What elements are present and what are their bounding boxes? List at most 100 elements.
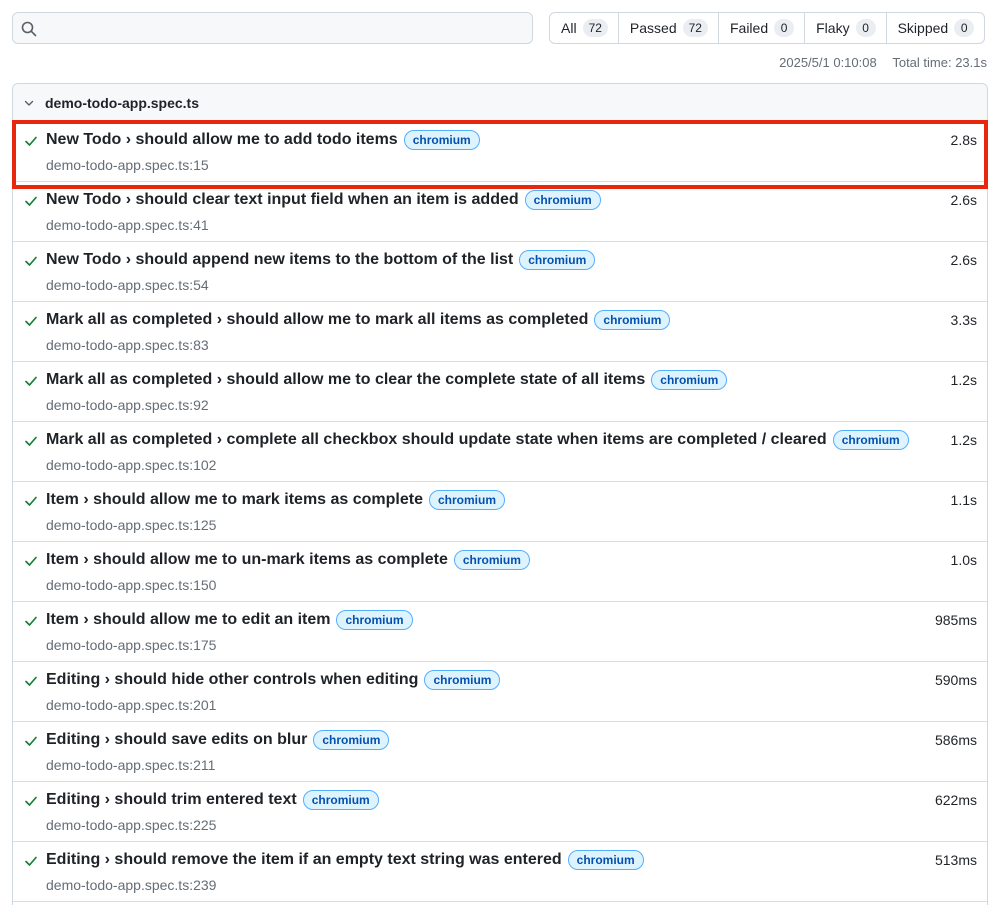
test-title[interactable]: New Todo › should clear text input field… [46, 191, 519, 209]
file-panel: demo-todo-app.spec.ts New Todo › should … [12, 83, 988, 905]
test-title[interactable]: New Todo › should allow me to add todo i… [46, 131, 398, 149]
test-row[interactable]: New Todo › should append new items to th… [13, 242, 987, 302]
project-tag[interactable]: chromium [832, 430, 909, 450]
filter-count: 72 [582, 19, 608, 37]
check-icon [25, 136, 37, 146]
test-duration: 985ms [934, 612, 977, 628]
filter-label: All [561, 20, 577, 36]
filter-label: Flaky [816, 20, 850, 36]
filter-all[interactable]: All 72 [550, 13, 619, 43]
test-title-line: New Todo › should allow me to add todo i… [46, 130, 480, 150]
test-location[interactable]: demo-todo-app.spec.ts:225 [46, 817, 216, 833]
test-title-line: Mark all as completed › complete all che… [46, 430, 909, 450]
check-icon [25, 616, 37, 626]
check-icon [25, 856, 37, 866]
test-location[interactable]: demo-todo-app.spec.ts:201 [46, 697, 216, 713]
test-location[interactable]: demo-todo-app.spec.ts:102 [46, 457, 216, 473]
test-location[interactable]: demo-todo-app.spec.ts:54 [46, 277, 209, 293]
test-title-line: Editing › should save edits on blur chrom… [46, 730, 390, 750]
project-tag[interactable]: chromium [313, 730, 390, 750]
filter-label: Passed [629, 20, 677, 36]
test-title-line: New Todo › should append new items to th… [46, 250, 596, 270]
test-title[interactable]: Editing › should remove the item if an e… [46, 851, 562, 869]
filter-flaky[interactable]: Flaky 0 [805, 13, 887, 43]
project-tag[interactable]: chromium [594, 310, 671, 330]
test-row[interactable]: Editing › should trim entered text chromi… [13, 782, 987, 842]
project-tag[interactable]: chromium [403, 130, 480, 150]
test-location[interactable]: demo-todo-app.spec.ts:41 [46, 217, 209, 233]
test-duration: 622ms [934, 792, 977, 808]
project-tag[interactable]: chromium [519, 250, 596, 270]
project-tag[interactable]: chromium [453, 550, 530, 570]
test-duration: 590ms [934, 672, 977, 688]
test-duration: 586ms [934, 732, 977, 748]
test-row[interactable]: Item › should allow me to edit an item ch… [13, 602, 987, 662]
check-icon [25, 196, 37, 206]
test-duration: 1.2s [950, 432, 977, 448]
test-duration: 513ms [934, 852, 977, 868]
check-icon [25, 436, 37, 446]
test-location[interactable]: demo-todo-app.spec.ts:125 [46, 517, 216, 533]
test-title[interactable]: Item › should allow me to edit an item [46, 611, 330, 629]
test-duration: 3.3s [950, 312, 977, 328]
filter-skipped[interactable]: Skipped 0 [887, 13, 985, 43]
test-row[interactable]: New Todo › should clear text input field… [13, 182, 987, 242]
test-title[interactable]: Editing › should save edits on blur [46, 731, 307, 749]
test-title-line: Item › should allow me to mark items as … [46, 490, 506, 510]
file-header[interactable]: demo-todo-app.spec.ts [13, 84, 987, 122]
test-row[interactable]: Mark all as completed › should allow me … [13, 302, 987, 362]
test-title[interactable]: Item › should allow me to un-mark items … [46, 551, 448, 569]
test-duration: 1.0s [950, 552, 977, 568]
test-row[interactable]: Mark all as completed › complete all che… [13, 422, 987, 482]
project-tag[interactable]: chromium [429, 490, 506, 510]
test-duration: 2.6s [950, 252, 977, 268]
test-title[interactable]: Mark all as completed › should allow me … [46, 311, 588, 329]
test-location[interactable]: demo-todo-app.spec.ts:175 [46, 637, 216, 653]
test-row[interactable]: New Todo › should allow me to add todo i… [13, 122, 987, 182]
test-title[interactable]: Mark all as completed › should allow me … [46, 371, 645, 389]
project-tag[interactable]: chromium [651, 370, 728, 390]
project-tag[interactable]: chromium [424, 670, 501, 690]
project-tag[interactable]: chromium [336, 610, 413, 630]
test-duration: 2.6s [950, 192, 977, 208]
test-location[interactable]: demo-todo-app.spec.ts:83 [46, 337, 209, 353]
test-title[interactable]: Mark all as completed › complete all che… [46, 431, 827, 449]
search-icon [21, 21, 37, 37]
check-icon [25, 556, 37, 566]
filter-count: 0 [855, 19, 876, 37]
filter-count: 72 [682, 19, 708, 37]
total-time: Total time: 23.1s [892, 55, 987, 70]
test-row[interactable]: Editing › should hide other controls whe… [13, 662, 987, 722]
test-duration: 2.8s [950, 132, 977, 148]
check-icon [25, 316, 37, 326]
test-row[interactable]: Editing › should remove the item if an e… [13, 842, 987, 902]
check-icon [25, 676, 37, 686]
test-title-line: New Todo › should clear text input field… [46, 190, 601, 210]
filter-passed[interactable]: Passed 72 [619, 13, 719, 43]
test-location[interactable]: demo-todo-app.spec.ts:150 [46, 577, 216, 593]
test-row[interactable]: Item › should allow me to mark items as … [13, 482, 987, 542]
filter-label: Skipped [897, 20, 949, 36]
test-location[interactable]: demo-todo-app.spec.ts:211 [46, 757, 215, 773]
test-location[interactable]: demo-todo-app.spec.ts:15 [46, 157, 209, 173]
test-row[interactable]: Item › should allow me to un-mark items … [13, 542, 987, 602]
project-tag[interactable]: chromium [524, 190, 601, 210]
test-title[interactable]: Editing › should trim entered text [46, 791, 297, 809]
test-duration: 1.2s [950, 372, 977, 388]
test-row[interactable]: Mark all as completed › should allow me … [13, 362, 987, 422]
test-title[interactable]: New Todo › should append new items to th… [46, 251, 513, 269]
test-location[interactable]: demo-todo-app.spec.ts:239 [46, 877, 216, 893]
test-row[interactable]: Editing › should save edits on blur chrom… [13, 722, 987, 782]
project-tag[interactable]: chromium [567, 850, 644, 870]
test-title[interactable]: Editing › should hide other controls whe… [46, 671, 418, 689]
test-location[interactable]: demo-todo-app.spec.ts:92 [46, 397, 209, 413]
run-timestamp: 2025/5/1 0:10:08 [779, 55, 877, 70]
search-bar[interactable] [12, 12, 533, 44]
search-input[interactable] [43, 13, 523, 43]
test-title-line: Mark all as completed › should allow me … [46, 310, 671, 330]
status-filter-bar: All 72 Passed 72 Failed 0 Flaky 0 Skippe… [549, 12, 986, 44]
test-title[interactable]: Item › should allow me to mark items as … [46, 491, 423, 509]
filter-failed[interactable]: Failed 0 [719, 13, 806, 43]
project-tag[interactable]: chromium [302, 790, 379, 810]
check-icon [25, 496, 37, 506]
